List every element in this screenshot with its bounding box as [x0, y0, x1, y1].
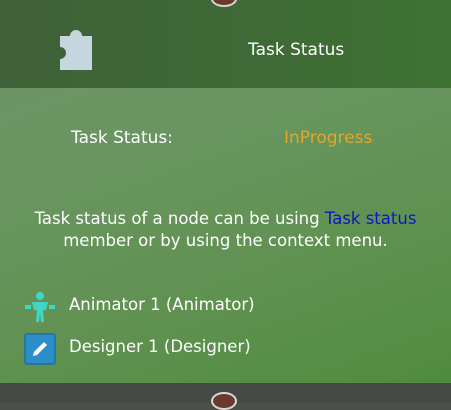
description-text: Task status of a node can be using Task …	[12, 208, 439, 252]
node-header: Task Status	[0, 0, 451, 88]
designer-pencil-icon	[24, 333, 56, 365]
puzzle-piece-icon	[57, 26, 95, 72]
animator-icon	[24, 291, 56, 323]
task-node-card[interactable]: Task Status Task Status: InProgress Task…	[0, 0, 451, 383]
task-status-label: Task Status:	[71, 128, 173, 148]
output-connector[interactable]	[211, 392, 237, 410]
task-status-value[interactable]: InProgress	[284, 128, 372, 148]
designer-label: Designer 1 (Designer)	[69, 337, 251, 356]
description-text-end: member or by using the context menu.	[63, 231, 388, 250]
task-status-link[interactable]: Task status	[325, 209, 417, 228]
description-text-start: Task status of a node can be using	[34, 209, 325, 228]
node-title: Task Status	[248, 40, 345, 60]
animator-label: Animator 1 (Animator)	[69, 295, 255, 314]
